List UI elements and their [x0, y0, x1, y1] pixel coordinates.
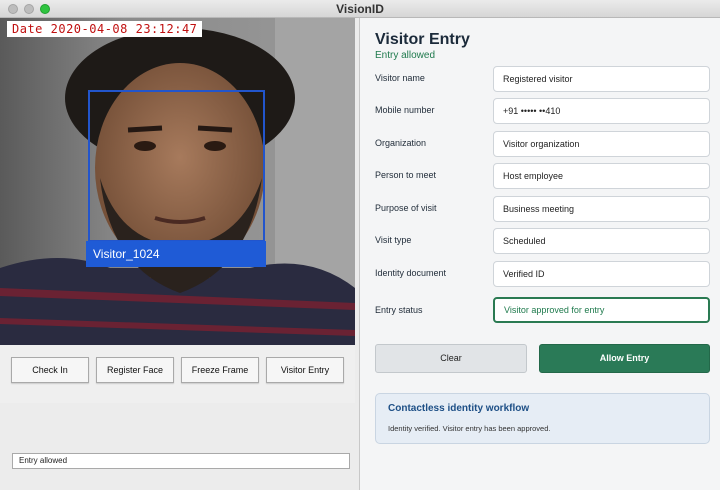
camera-panel: Date 2020-04-08 23:12:47 Visitor_1024 Ch…: [0, 18, 360, 490]
visit-type-field[interactable]: Scheduled: [493, 228, 710, 254]
visitor-entry-button[interactable]: Visitor Entry: [266, 357, 344, 383]
register-face-button[interactable]: Register Face: [96, 357, 174, 383]
status-bar-field: Entry allowed: [12, 453, 350, 469]
timestamp-label: Date 2020-04-08 23:12:47: [7, 21, 203, 37]
freeze-frame-button[interactable]: Freeze Frame: [181, 357, 259, 383]
face-identity-label: Visitor_1024: [86, 241, 266, 267]
clear-button[interactable]: Clear: [375, 344, 527, 373]
allow-entry-button[interactable]: Allow Entry: [539, 344, 710, 373]
purpose-of-visit-field[interactable]: Business meeting: [493, 196, 710, 222]
visitor-name-label: Visitor name: [375, 73, 425, 83]
person-to-meet-field[interactable]: Host employee: [493, 163, 710, 189]
info-card-title: Contactless identity workflow: [388, 403, 530, 414]
info-card-body: Identity verified. Visitor entry has bee…: [388, 424, 551, 433]
identity-document-label: Identity document: [375, 268, 447, 278]
zoom-window-button[interactable]: [40, 4, 50, 14]
info-card: Contactless identity workflow Identity v…: [375, 393, 710, 444]
mobile-number-field[interactable]: +91 ••••• ••410: [493, 98, 710, 124]
window-controls: [8, 4, 50, 14]
camera-feed: Date 2020-04-08 23:12:47 Visitor_1024: [0, 18, 355, 345]
entry-status-field[interactable]: Visitor approved for entry: [493, 297, 710, 323]
organization-field[interactable]: Visitor organization: [493, 131, 710, 157]
visitor-name-field[interactable]: Registered visitor: [493, 66, 710, 92]
organization-label: Organization: [375, 138, 427, 148]
person-to-meet-label: Person to meet: [375, 170, 437, 180]
visit-type-label: Visit type: [375, 235, 412, 245]
visitor-entry-panel: Visitor Entry Entry allowed Visitor name…: [360, 18, 720, 490]
face-detection-box: [88, 90, 265, 242]
form-title: Visitor Entry: [375, 31, 470, 48]
close-window-button[interactable]: [8, 4, 18, 14]
purpose-of-visit-label: Purpose of visit: [375, 203, 437, 213]
camera-toolbar: Check In Register Face Freeze Frame Visi…: [0, 345, 355, 403]
entry-status-label: Entry status: [375, 305, 423, 315]
mobile-number-label: Mobile number: [375, 105, 435, 115]
identity-document-field[interactable]: Verified ID: [493, 261, 710, 287]
minimize-window-button[interactable]: [24, 4, 34, 14]
check-in-button[interactable]: Check In: [11, 357, 89, 383]
form-status-subtitle: Entry allowed: [375, 50, 436, 61]
window-titlebar: VisionID: [0, 0, 720, 18]
window-title: VisionID: [336, 2, 384, 16]
